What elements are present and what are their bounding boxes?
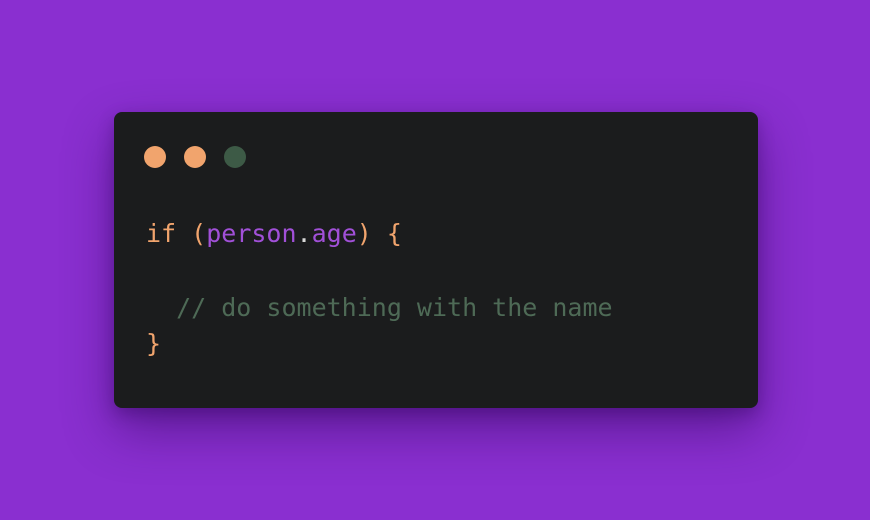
maximize-dot-icon[interactable] [224,146,246,168]
open-paren: ( [176,219,207,248]
code-line-if: if (person.age) { [146,216,613,252]
closing-brace: } [146,329,162,358]
code-line-comment: // do something with the name [146,290,613,326]
keyword-if: if [146,219,177,248]
minimize-dot-icon[interactable] [184,146,206,168]
close-dot-icon[interactable] [144,146,166,168]
code-block: if (person.age) { // do something with t… [146,216,613,362]
identifier-person: person [206,219,297,248]
comment-text: // do something with the name [146,293,613,322]
property-age: age [311,219,357,248]
close-paren-brace: ) { [356,219,402,248]
code-line-close: } [146,326,613,362]
member-dot: . [296,219,312,248]
code-window: if (person.age) { // do something with t… [114,112,758,408]
window-controls [144,146,246,168]
